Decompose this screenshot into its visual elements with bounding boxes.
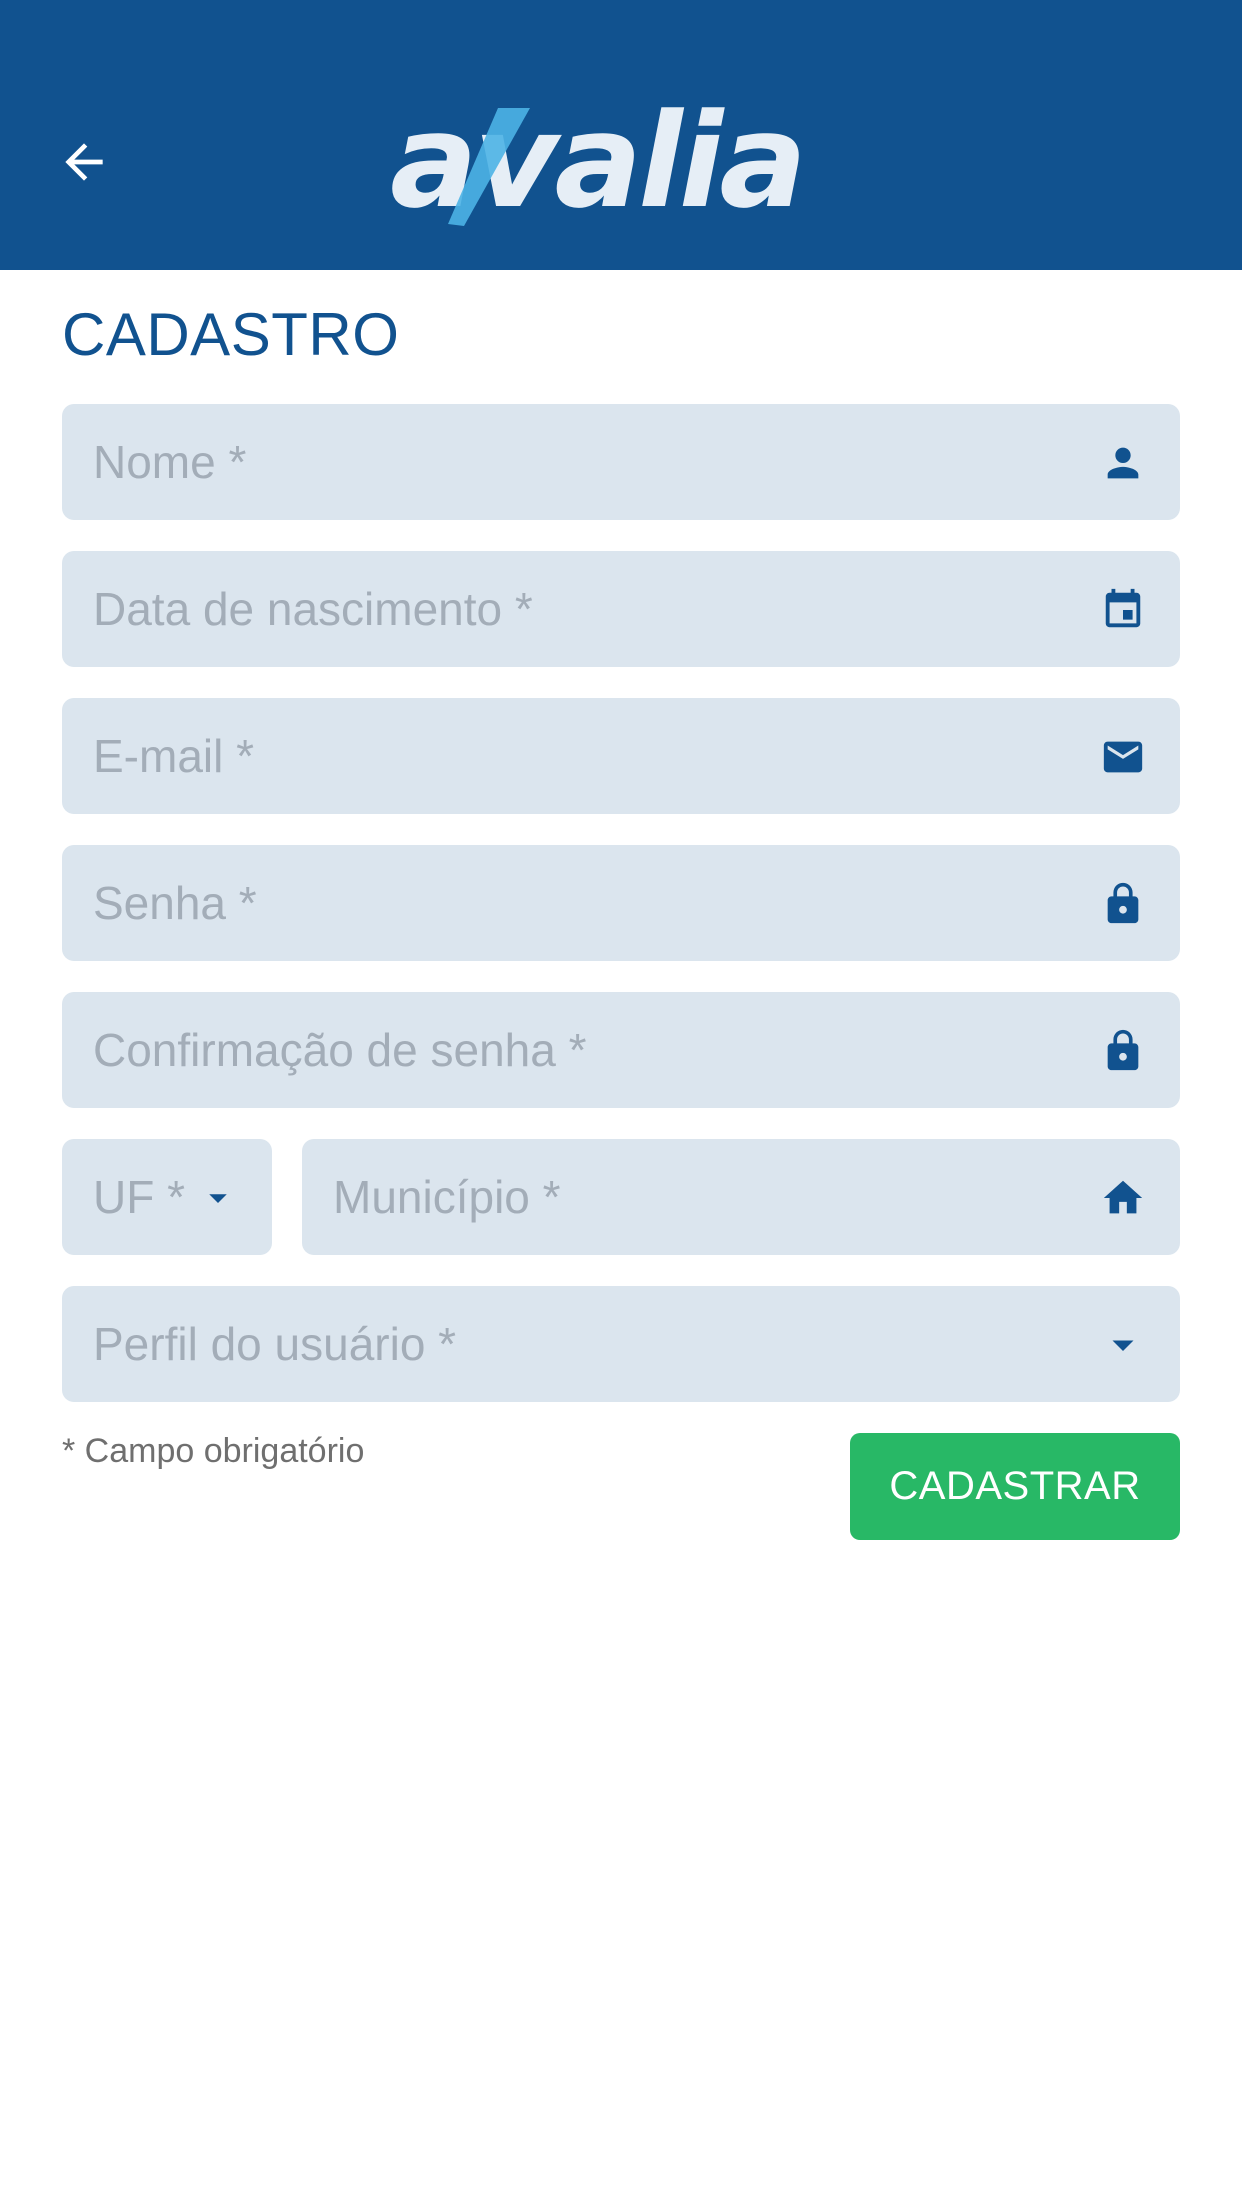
app-bar: avalia (0, 0, 1242, 270)
lock-icon (1100, 881, 1146, 927)
lock-icon (1100, 1028, 1146, 1074)
password-confirm-field[interactable]: Confirmação de senha * (62, 992, 1180, 1108)
email-placeholder: E-mail * (93, 730, 255, 782)
birthdate-placeholder: Data de nascimento * (93, 583, 533, 635)
municipality-field[interactable]: Município * (302, 1139, 1180, 1255)
arrow-back-icon (65, 143, 103, 181)
mail-icon (1100, 734, 1146, 780)
municipality-placeholder: Município * (333, 1171, 561, 1223)
page-title: CADASTRO (62, 301, 400, 368)
dropdown-caret-icon (209, 1194, 227, 1203)
home-icon (1100, 1175, 1146, 1221)
uf-select[interactable]: UF * (62, 1139, 272, 1255)
submit-button[interactable]: CADASTRAR (850, 1433, 1180, 1540)
back-button[interactable] (48, 126, 120, 198)
birthdate-field[interactable]: Data de nascimento * (62, 551, 1180, 667)
required-field-hint: * Campo obrigatório (62, 1432, 365, 1470)
password-confirm-placeholder: Confirmação de senha * (93, 1024, 587, 1076)
email-field[interactable]: E-mail * (62, 698, 1180, 814)
uf-placeholder: UF * (93, 1171, 185, 1223)
user-profile-select[interactable]: Perfil do usuário * (62, 1286, 1180, 1402)
user-profile-placeholder: Perfil do usuário * (93, 1318, 457, 1370)
calendar-icon (1100, 587, 1146, 633)
password-field[interactable]: Senha * (62, 845, 1180, 961)
password-placeholder: Senha * (93, 877, 257, 929)
name-field[interactable]: Nome * (62, 404, 1180, 520)
app-logo: avalia (390, 98, 807, 232)
dropdown-caret-icon (1100, 1322, 1146, 1368)
name-placeholder: Nome * (93, 436, 247, 488)
person-icon (1100, 440, 1146, 486)
logo-text: avalia (390, 98, 803, 232)
